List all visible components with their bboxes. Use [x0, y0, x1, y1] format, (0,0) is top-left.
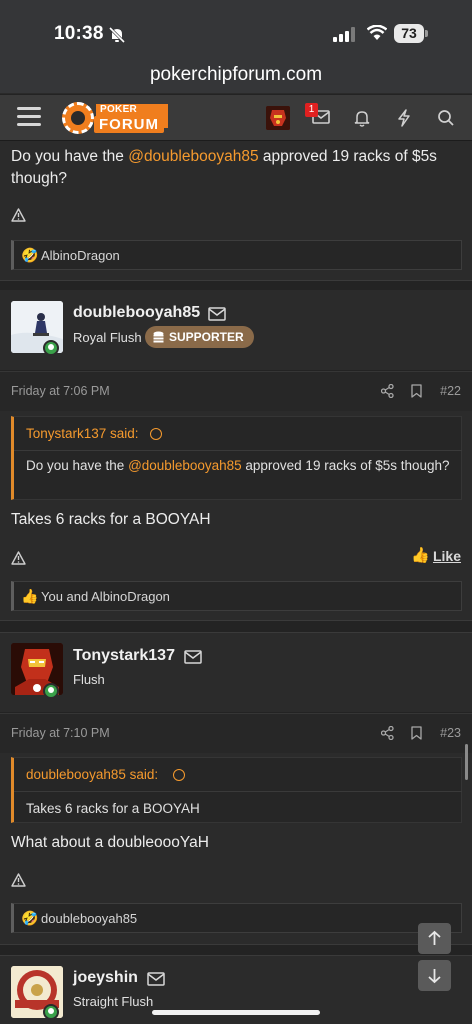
message-user-icon[interactable]: [208, 307, 226, 321]
post-22-user: doublebooyah85 Royal Flush SUPPORTER: [0, 290, 472, 370]
post-text: What about a doubleoooYaH: [11, 834, 209, 851]
reactions-bar[interactable]: 🤣 doublebooyah85: [11, 903, 462, 933]
username[interactable]: doublebooyah85: [73, 304, 200, 322]
username[interactable]: joeyshin: [73, 969, 138, 987]
bookmark-icon[interactable]: [411, 384, 422, 398]
like-button[interactable]: Like: [433, 548, 461, 564]
post-23-user: Tonystark137 Flush: [0, 632, 472, 712]
post-date[interactable]: Friday at 7:10 PM: [11, 726, 110, 740]
post-22-body: Tonystark137 said: Do you have the @doub…: [0, 411, 472, 621]
go-to-quote-icon[interactable]: [150, 428, 162, 440]
battery-level: 73: [394, 24, 424, 43]
site-logo[interactable]: POKER CHIP FORUM: [62, 101, 168, 135]
url-bar[interactable]: pokerchipforum.com: [0, 62, 472, 94]
home-indicator[interactable]: [152, 1010, 320, 1015]
reactions-list[interactable]: doublebooyah85: [41, 911, 137, 926]
supporter-badge-label: SUPPORTER: [169, 330, 244, 344]
post-22-meta: Friday at 7:06 PM #22: [0, 371, 472, 411]
report-icon[interactable]: [11, 873, 26, 887]
alerts-bell-icon[interactable]: [354, 109, 370, 127]
status-bar: 10:38 73: [0, 0, 472, 62]
post-date[interactable]: Friday at 7:06 PM: [11, 384, 110, 398]
user-rank: Royal Flush: [73, 330, 142, 345]
online-status-icon: [43, 683, 59, 699]
user-rank: Straight Flush: [73, 994, 154, 1009]
share-icon[interactable]: [381, 726, 394, 740]
forum-header: POKER CHIP FORUM 1: [0, 95, 472, 141]
battery-icon: 73: [394, 24, 428, 43]
post-21-tail: Do you have the @doublebooyah85 approved…: [0, 141, 472, 281]
post-text: Takes 6 racks for a BOOYAH: [11, 511, 211, 528]
quote-author[interactable]: doublebooyah85 said:: [26, 767, 185, 782]
bookmark-icon[interactable]: [411, 726, 422, 740]
user-rank: Flush: [73, 672, 105, 687]
signal-icon: [333, 27, 355, 42]
menu-icon[interactable]: [17, 107, 41, 127]
post-text: Do you have the @doublebooyah85 approved…: [11, 148, 437, 187]
post-number[interactable]: #23: [440, 726, 461, 740]
search-icon[interactable]: [437, 109, 455, 127]
reactions-list[interactable]: AlbinoDragon: [41, 248, 120, 263]
wifi-icon: [367, 25, 387, 40]
whats-new-bolt-icon[interactable]: [397, 109, 411, 127]
user-avatar[interactable]: [266, 106, 290, 130]
inbox-badge: 1: [305, 103, 318, 117]
quote-text: Do you have the @doublebooyah85 approved…: [26, 458, 450, 473]
quote-author[interactable]: Tonystark137 said:: [26, 426, 162, 441]
arrow-down-icon: [428, 969, 441, 984]
online-status-icon: [43, 1004, 59, 1020]
reactions-bar[interactable]: 👍 You and AlbinoDragon: [11, 581, 462, 611]
user-mention[interactable]: @doublebooyah85: [128, 458, 242, 473]
message-user-icon[interactable]: [147, 972, 165, 986]
url-text[interactable]: pokerchipforum.com: [0, 64, 472, 86]
chip-stack-icon: [153, 331, 164, 343]
user-mention[interactable]: @doublebooyah85: [128, 148, 258, 165]
share-icon[interactable]: [381, 384, 394, 398]
post-23-body: doublebooyah85 said: Takes 6 racks for a…: [0, 753, 472, 945]
supporter-badge: SUPPORTER: [145, 326, 254, 348]
thumbs-up-emoji-icon: 👍: [21, 588, 39, 604]
status-time: 10:38: [54, 23, 104, 44]
post-number[interactable]: #22: [440, 384, 461, 398]
go-to-quote-icon[interactable]: [173, 769, 185, 781]
quote-block: doublebooyah85 said: Takes 6 racks for a…: [11, 757, 462, 823]
laughing-emoji-icon: 🤣: [21, 910, 39, 926]
scrollbar-thumb[interactable]: [465, 744, 468, 780]
quote-block: Tonystark137 said: Do you have the @doub…: [11, 416, 462, 500]
message-user-icon[interactable]: [184, 650, 202, 664]
laughing-emoji-icon: 🤣: [21, 247, 39, 263]
scroll-down-button[interactable]: [418, 960, 451, 991]
arrow-up-icon: [428, 930, 441, 945]
quote-text: Takes 6 racks for a BOOYAH: [26, 801, 200, 816]
chip-logo-icon: [62, 102, 94, 134]
online-status-icon: [43, 340, 59, 356]
username[interactable]: Tonystark137: [73, 647, 175, 665]
scroll-up-button[interactable]: [418, 923, 451, 954]
report-icon[interactable]: [11, 551, 26, 565]
reactions-list[interactable]: You and AlbinoDragon: [41, 589, 170, 604]
post-23-meta: Friday at 7:10 PM #23: [0, 713, 472, 753]
reactions-bar[interactable]: 🤣 AlbinoDragon: [11, 240, 462, 270]
logo-text-bottom: FORUM: [94, 116, 164, 133]
report-icon[interactable]: [11, 208, 26, 222]
thumbs-up-icon[interactable]: 👍: [411, 546, 430, 564]
bell-off-icon: [108, 26, 126, 44]
